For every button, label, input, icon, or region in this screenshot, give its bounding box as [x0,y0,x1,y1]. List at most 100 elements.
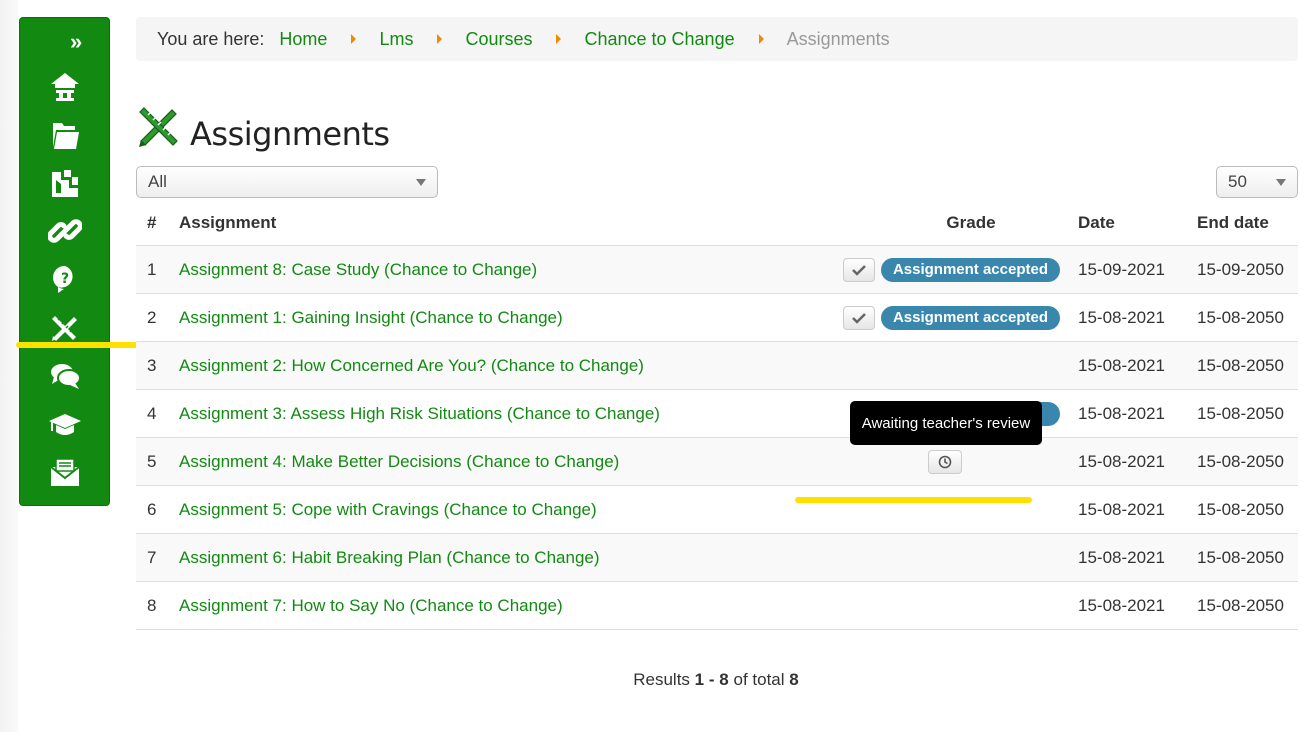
documents-icon[interactable] [46,117,84,153]
table-row: 6 Assignment 5: Cope with Cravings (Chan… [136,486,1298,534]
awaiting-review-button[interactable] [928,450,962,474]
row-num: 1 [147,259,157,279]
svg-text:?: ? [61,271,69,287]
row-num: 8 [147,595,157,615]
row-num: 7 [147,547,157,567]
row-end-date: 15-08-2050 [1197,307,1284,327]
assignment-link[interactable]: Assignment 7: How to Say No (Chance to C… [179,596,563,615]
sidebar-expand-button[interactable]: » [70,31,82,53]
row-date: 15-08-2021 [1078,499,1165,519]
header-assignment: Assignment [179,212,277,232]
status-badge: Assignment accepted [880,257,1060,282]
row-end-date: 15-08-2050 [1197,355,1284,375]
row-end-date: 15-09-2050 [1197,259,1284,279]
table-row: 8 Assignment 7: How to Say No (Chance to… [136,582,1298,630]
row-num: 3 [147,355,157,375]
assignments-title-icon [139,107,178,147]
row-num: 5 [147,451,157,471]
row-grade: Assignment accepted [829,305,1069,330]
check-icon [852,312,866,324]
row-num: 2 [147,307,157,327]
row-end-date: 15-08-2050 [1197,451,1284,471]
breadcrumb-lms[interactable]: Lms [379,29,413,50]
assignment-link[interactable]: Assignment 1: Gaining Insight (Chance to… [179,308,563,327]
status-badge: Assignment accepted [880,305,1060,330]
help-icon[interactable]: ? [46,261,84,297]
row-assignment: Assignment 1: Gaining Insight (Chance to… [179,308,829,328]
results-dash: - [708,670,715,689]
header-grade: Grade [946,212,996,232]
row-date: 15-08-2021 [1078,307,1165,327]
assignment-link[interactable]: Assignment 4: Make Better Decisions (Cha… [179,452,619,471]
review-tooltip: Awaiting teacher's review [850,401,1042,445]
table-header: # Assignment Grade Date End date [136,200,1298,246]
row-assignment: Assignment 5: Cope with Cravings (Chance… [179,500,829,520]
highlight-underline-grade [795,497,1032,503]
row-assignment: Assignment 3: Assess High Risk Situation… [179,404,829,424]
results-summary: Results 1 - 8 of total 8 [0,670,1316,690]
chevron-down-icon [416,179,426,186]
results-from: 1 [694,670,705,689]
table-row: 2 Assignment 1: Gaining Insight (Chance … [136,294,1298,342]
breadcrumb-arrow-icon [351,34,357,44]
check-icon [852,264,866,276]
assignment-link[interactable]: Assignment 5: Cope with Cravings (Chance… [179,500,597,519]
table-row: 1 Assignment 8: Case Study (Chance to Ch… [136,246,1298,294]
row-assignment: Assignment 4: Make Better Decisions (Cha… [179,452,829,472]
filter-select[interactable]: All [136,166,438,198]
forum-icon[interactable] [46,358,84,394]
row-date: 15-08-2021 [1078,403,1165,423]
row-end-date: 15-08-2050 [1197,547,1284,567]
assignment-link[interactable]: Assignment 2: How Concerned Are You? (Ch… [179,356,644,375]
per-page-select-value: 50 [1228,172,1247,191]
results-to: 8 [719,670,729,689]
row-assignment: Assignment 8: Case Study (Chance to Chan… [179,260,829,280]
link-icon[interactable] [46,213,84,249]
per-page-select[interactable]: 50 [1216,166,1298,198]
row-date: 15-08-2021 [1078,547,1165,567]
row-date: 15-08-2021 [1078,451,1165,471]
header-date: Date [1078,212,1115,232]
grade-check-button[interactable] [842,305,875,330]
table-row: 4 Assignment 3: Assess High Risk Situati… [136,390,1298,438]
header-num: # [147,212,157,232]
assignment-link[interactable]: Assignment 3: Assess High Risk Situation… [179,404,660,423]
row-end-date: 15-08-2050 [1197,403,1284,423]
courses-icon[interactable] [46,165,84,201]
table-row: 5 Assignment 4: Make Better Decisions (C… [136,438,1298,486]
breadcrumb: You are here: Home Lms Courses Chance to… [136,17,1298,61]
results-of-total: of total [733,670,785,689]
messages-icon[interactable] [46,454,84,490]
page-left-shadow [0,0,18,732]
row-assignment: Assignment 2: How Concerned Are You? (Ch… [179,356,829,376]
row-date: 15-08-2021 [1078,595,1165,615]
sidebar: » ? [19,17,110,506]
results-total: 8 [789,670,799,689]
row-grade: Assignment accepted [829,257,1069,282]
row-end-date: 15-08-2050 [1197,499,1284,519]
grade-check-button[interactable] [842,257,875,282]
clock-icon [938,455,952,469]
assignments-icon[interactable] [46,309,84,345]
breadcrumb-arrow-icon [556,34,562,44]
assignment-link[interactable]: Assignment 8: Case Study (Chance to Chan… [179,260,537,279]
breadcrumb-home[interactable]: Home [279,29,327,50]
table-row: 3 Assignment 2: How Concerned Are You? (… [136,342,1298,390]
breadcrumb-arrow-icon [758,34,764,44]
row-date: 15-09-2021 [1078,259,1165,279]
chevron-down-icon [1276,179,1286,186]
home-icon[interactable] [46,68,84,104]
header-end-date: End date [1197,212,1269,232]
table-row: 7 Assignment 6: Habit Breaking Plan (Cha… [136,534,1298,582]
assignments-table: # Assignment Grade Date End date 1 Assig… [136,200,1298,630]
assignment-link[interactable]: Assignment 6: Habit Breaking Plan (Chanc… [179,548,600,567]
row-num: 6 [147,499,157,519]
graduation-cap-icon[interactable] [46,406,84,442]
breadcrumb-prefix: You are here: [157,28,265,49]
breadcrumb-course[interactable]: Chance to Change [584,29,734,50]
row-end-date: 15-08-2050 [1197,595,1284,615]
results-prefix: Results [633,670,690,689]
row-assignment: Assignment 7: How to Say No (Chance to C… [179,596,829,616]
breadcrumb-courses[interactable]: Courses [465,29,532,50]
row-num: 4 [147,403,157,423]
